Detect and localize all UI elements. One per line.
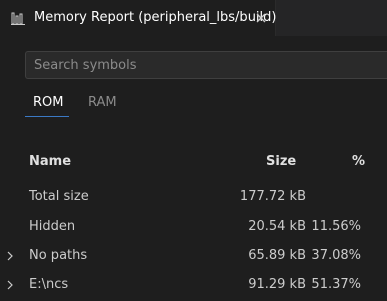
row-name: E:\ncs (29, 277, 69, 292)
column-header-name[interactable]: Name (29, 154, 71, 169)
table-row[interactable]: Hidden 20.54 kB 11.56% (0, 213, 387, 242)
chart-bar-icon (11, 12, 25, 25)
editor-tab-memory-report[interactable]: Memory Report (peripheral_lbs/build) (0, 0, 276, 36)
row-size: 177.72 kB (239, 189, 306, 204)
tab-title: Memory Report (peripheral_lbs/build) (34, 10, 277, 25)
active-tab-indicator (25, 116, 69, 117)
tab-rom[interactable]: ROM (33, 95, 63, 110)
table-row[interactable]: E:\ncs 91.29 kB 51.37% (0, 271, 387, 300)
row-size: 20.54 kB (248, 219, 306, 234)
row-size: 91.29 kB (248, 277, 306, 292)
chevron-right-icon[interactable] (4, 250, 16, 262)
memory-report-editor: Memory Report (peripheral_lbs/build) ROM… (0, 0, 387, 301)
table-row[interactable]: No paths 65.89 kB 37.08% (0, 242, 387, 271)
column-header-percent[interactable]: % (352, 154, 365, 169)
search-input[interactable] (25, 51, 387, 79)
tab-ram[interactable]: RAM (88, 95, 117, 110)
editor-tab-bar: Memory Report (peripheral_lbs/build) (0, 0, 387, 36)
row-name: Total size (29, 189, 89, 204)
row-size: 65.89 kB (248, 248, 306, 263)
row-percent: 51.37% (311, 277, 361, 292)
close-icon[interactable] (253, 10, 269, 26)
table-row[interactable]: Total size 177.72 kB (0, 183, 387, 212)
chevron-right-icon[interactable] (4, 279, 16, 291)
row-percent: 11.56% (311, 219, 361, 234)
row-percent: 37.08% (311, 248, 361, 263)
row-name: Hidden (29, 219, 76, 234)
column-header-size[interactable]: Size (266, 154, 296, 169)
row-name: No paths (29, 248, 88, 263)
